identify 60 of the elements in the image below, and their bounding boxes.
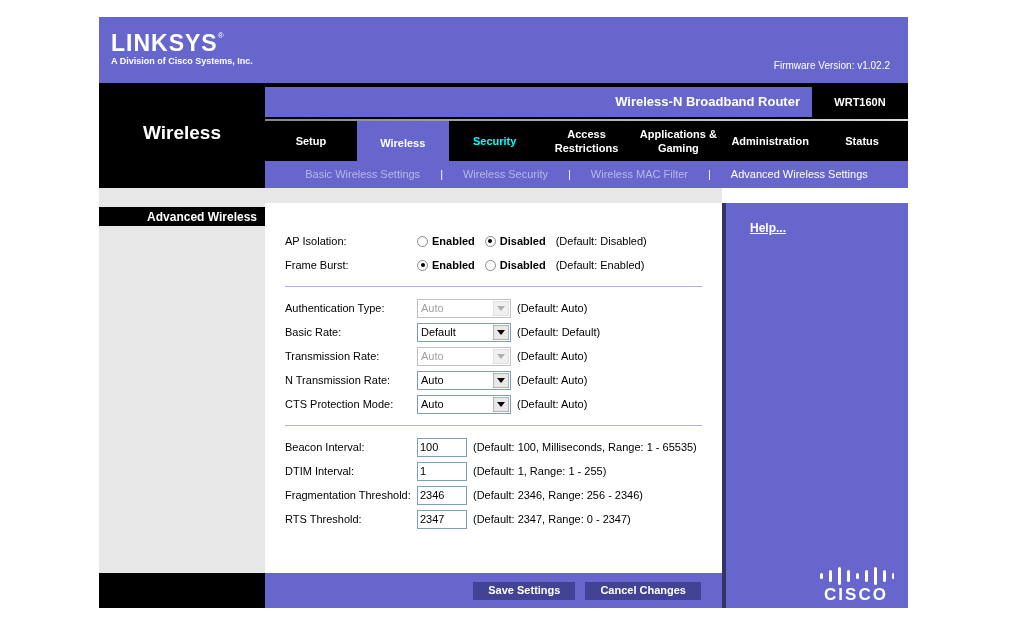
radio-button[interactable] <box>417 259 428 271</box>
default-note: (Default: Enabled) <box>555 257 645 273</box>
field-label: Fragmentation Threshold: <box>285 487 412 503</box>
help-link[interactable]: Help... <box>750 219 908 237</box>
firmware-version: Firmware Version: v1.02.2 <box>773 59 891 73</box>
caret-icon <box>493 300 509 316</box>
field-label: Authentication Type: <box>285 300 386 316</box>
registered-mark: ® <box>217 31 224 40</box>
footer-button[interactable]: Save Settings <box>473 581 576 600</box>
default-note: (Default: 1, Range: 1 - 255) <box>473 463 607 479</box>
default-note: (Default: Auto) <box>517 372 588 388</box>
product-name: Wireless-N Broadband Router <box>615 93 801 112</box>
caret-icon <box>493 372 509 388</box>
default-note: (Default: Default) <box>517 324 601 340</box>
field-label: CTS Protection Mode: <box>285 396 395 412</box>
dropdown[interactable]: Auto <box>417 370 511 390</box>
field-label: N Transmission Rate: <box>285 372 392 388</box>
default-note: (Default: Auto) <box>517 300 588 316</box>
cisco-bars-icon <box>818 566 894 586</box>
default-note: (Default: Auto) <box>517 348 588 364</box>
field-label: RTS Threshold: <box>285 511 363 527</box>
subnav-link[interactable]: Advanced Wireless Settings <box>730 166 868 183</box>
separator: | <box>567 167 571 182</box>
caret-icon <box>493 324 509 340</box>
option-label: Enabled <box>432 257 475 273</box>
radio-button[interactable] <box>417 235 428 247</box>
field-label: Basic Rate: <box>285 324 343 340</box>
nav-tab[interactable]: Wireless <box>356 121 449 161</box>
model-number: WRT160N <box>812 87 908 118</box>
field-label: DTIM Interval: <box>285 463 356 479</box>
field-label: Transmission Rate: <box>285 348 381 364</box>
dropdown[interactable]: Auto <box>417 394 511 414</box>
option-label: Enabled <box>432 233 475 249</box>
default-note: (Default: Auto) <box>517 396 588 412</box>
cisco-logo: CISCO <box>824 586 888 604</box>
input-field[interactable]: 2347 <box>417 509 467 529</box>
default-note: (Default: 2346, Range: 256 - 2346) <box>473 487 643 503</box>
field-label: Frame Burst: <box>285 257 350 273</box>
footer-button[interactable]: Cancel Changes <box>585 581 701 600</box>
dropdown[interactable]: Default <box>417 322 511 342</box>
tagline: A Division of Cisco Systems, Inc. <box>111 55 253 68</box>
linksys-logo: LINKSYS <box>111 31 218 55</box>
section-title: Wireless <box>143 121 221 146</box>
option-label: Disabled <box>499 233 546 249</box>
field-label: AP Isolation: <box>285 233 348 249</box>
caret-icon <box>493 396 509 412</box>
sidebar-heading: Advanced Wireless <box>99 207 265 226</box>
default-note: (Default: 2347, Range: 0 - 2347) <box>473 511 631 527</box>
separator: | <box>708 167 711 182</box>
caret-icon <box>493 348 509 364</box>
default-note: (Default: 100, Milliseconds, Range: 1 - 65535) <box>473 439 697 455</box>
radio-button[interactable] <box>484 235 496 247</box>
input-field[interactable]: 1 <box>417 461 467 481</box>
input-field[interactable]: 2346 <box>417 485 467 505</box>
default-note: (Default: Disabled) <box>555 233 647 249</box>
radio-button[interactable] <box>484 259 496 271</box>
option-label: Disabled <box>499 257 546 273</box>
separator: | <box>440 167 443 182</box>
field-label: Beacon Interval: <box>285 439 366 455</box>
input-field[interactable]: 100 <box>417 437 467 457</box>
